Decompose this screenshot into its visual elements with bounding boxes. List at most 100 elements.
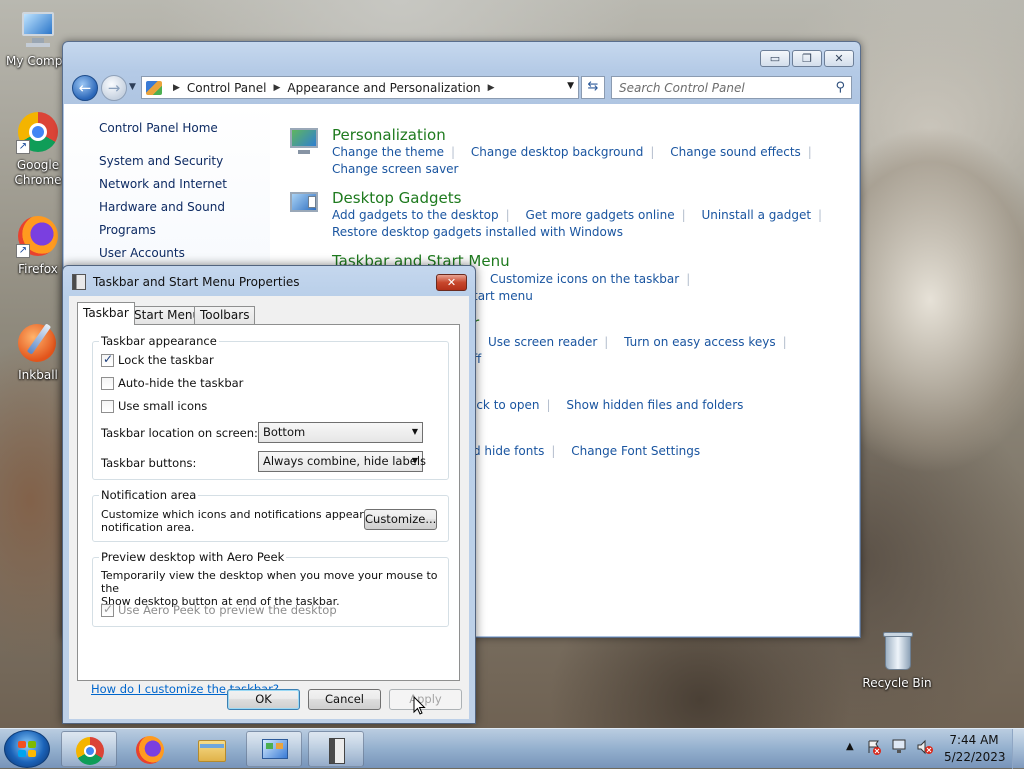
breadcrumb-appearance[interactable]: Appearance and Personalization [287,81,480,95]
address-dropdown-icon[interactable]: ▼ [567,81,574,91]
autohide-taskbar-checkbox[interactable]: Auto-hide the taskbar [101,376,243,390]
search-icon[interactable]: ⚲ [835,80,845,95]
link-show-hidden-files[interactable]: Show hidden files and folders [566,398,743,412]
dialog-title: Taskbar and Start Menu Properties [93,275,300,289]
window-controls: ▭ ❐ ✕ [760,50,854,67]
mouse-cursor-icon [413,696,426,715]
cancel-button[interactable]: Cancel [308,689,381,710]
desktop-icon-recycle-bin[interactable]: Recycle Bin [858,630,936,691]
tab-toolbars[interactable]: Toolbars [194,306,256,325]
refresh-button[interactable]: ⇆ [581,76,605,99]
personalization-icon [288,126,320,156]
show-desktop-button[interactable] [1012,729,1024,769]
network-icon[interactable] [891,739,909,758]
sidebar-item-user-accounts[interactable]: User Accounts [99,246,185,260]
tab-taskbar[interactable]: Taskbar [77,302,135,325]
category-title[interactable]: Personalization [332,126,824,144]
group-title: Preview desktop with Aero Peek [99,550,287,564]
buttons-select[interactable]: Always combine, hide labels [258,451,426,472]
checkbox-label: Use small icons [118,399,208,413]
breadcrumb-arrow-icon[interactable]: ▶ [274,83,281,93]
clock-date: 5/22/2023 [944,750,1006,764]
ok-button[interactable]: OK [227,689,300,710]
sidebar-item-home[interactable]: Control Panel Home [99,121,218,135]
desktop-icon-label: Recycle Bin [862,676,932,690]
sidebar-item-system-security[interactable]: System and Security [99,154,223,168]
maximize-button[interactable]: ❐ [792,50,822,67]
link-change-sound-effects[interactable]: Change sound effects [670,145,801,159]
search-input[interactable]: Search Control Panel ⚲ [611,76,852,99]
taskbar-button-control-panel[interactable] [246,731,302,767]
location-label: Taskbar location on screen: [101,426,258,440]
taskbar-tab-panel: Taskbar appearance Lock the taskbar Auto… [77,324,460,696]
sidebar-item-hardware[interactable]: Hardware and Sound [99,200,225,214]
taskbar-button-taskbar-properties[interactable] [308,731,364,767]
gadgets-icon [288,190,320,220]
checkbox-label: Lock the taskbar [118,353,214,367]
forward-button[interactable]: → [101,75,127,101]
start-button[interactable] [4,730,50,768]
link-uninstall-gadget[interactable]: Uninstall a gadget [701,208,811,222]
category-links: ick to open | Show hidden files and folde… [473,398,744,412]
link-hide-fonts[interactable]: d hide fonts [473,444,544,458]
aero-peek-checkbox[interactable]: Use Aero Peek to preview the desktop [101,602,337,617]
back-button[interactable]: ← [72,75,98,101]
inkball-icon [16,322,60,366]
address-bar[interactable]: ▶ Control Panel ▶ Appearance and Persona… [141,76,579,99]
taskbar: ▲ 7:44 AM 5/22/2023 [0,728,1024,769]
checkbox-box[interactable] [101,352,114,367]
recent-pages-dropdown[interactable]: ▼ [129,82,136,92]
link-screen-reader[interactable]: Use screen reader [488,335,597,349]
small-icons-checkbox[interactable]: Use small icons [101,399,207,413]
clock[interactable]: 7:44 AM 5/22/2023 [944,732,1006,766]
checkbox-box[interactable] [101,602,114,617]
control-panel-icon [146,80,162,95]
link-easy-access-keys[interactable]: Turn on easy access keys [624,335,775,349]
category-links: Use screen reader | Turn on easy access k… [488,335,787,349]
close-button[interactable]: ✕ [824,50,854,67]
breadcrumb-arrow-icon[interactable]: ▶ [488,83,495,93]
link-customize-taskbar-icons[interactable]: Customize icons on the taskbar [490,272,679,286]
show-hidden-icons-button[interactable]: ▲ [846,741,854,752]
taskbar-button-chrome[interactable] [61,731,117,767]
group-taskbar-appearance: Taskbar appearance Lock the taskbar Auto… [92,334,449,480]
taskbar-button-firefox[interactable] [122,731,178,767]
location-select[interactable]: Bottom [258,422,423,443]
recycle-bin-icon [875,630,919,674]
category-links: Change the theme | Change desktop backgro… [332,145,812,176]
link-add-gadgets[interactable]: Add gadgets to the desktop [332,208,499,222]
clock-time: 7:44 AM [949,733,999,747]
buttons-label: Taskbar buttons: [101,456,197,470]
checkbox-label: Auto-hide the taskbar [118,376,244,390]
link-restore-gadgets[interactable]: Restore desktop gadgets installed with W… [332,225,623,239]
checkbox-box[interactable] [101,399,114,413]
volume-muted-icon[interactable] [916,739,934,758]
link-change-background[interactable]: Change desktop background [471,145,643,159]
checkbox-box[interactable] [101,376,114,390]
customize-button[interactable]: Customize... [364,509,437,530]
dialog-close-button[interactable]: ✕ [436,274,467,291]
action-center-icon[interactable] [866,739,882,758]
sidebar-item-network[interactable]: Network and Internet [99,177,227,191]
chrome-icon: ↗ [16,112,60,156]
link-change-font-settings[interactable]: Change Font Settings [571,444,700,458]
breadcrumb-control-panel[interactable]: Control Panel [187,81,267,95]
category-links: tart menu [473,288,540,305]
link-get-more-gadgets[interactable]: Get more gadgets online [526,208,675,222]
link-start-menu[interactable]: tart menu [473,289,533,303]
group-title: Notification area [99,488,199,502]
category-desktop-gadgets: Desktop Gadgets Add gadgets to the deskt… [332,189,834,241]
breadcrumb-arrow-icon[interactable]: ▶ [173,83,180,93]
taskbar-button-explorer[interactable] [184,731,240,767]
dialog-face: Taskbar Start Menu Toolbars Taskbar appe… [69,296,469,719]
link-change-theme[interactable]: Change the theme [332,145,444,159]
sidebar-item-programs[interactable]: Programs [99,223,156,237]
category-personalization: Personalization Change the theme | Change… [332,126,824,178]
link-change-screen-saver[interactable]: Change screen saver [332,162,459,176]
minimize-button[interactable]: ▭ [760,50,790,67]
taskbar-properties-icon [323,737,351,765]
control-panel-icon [261,737,289,765]
lock-taskbar-checkbox[interactable]: Lock the taskbar [101,352,214,367]
link-click-to-open[interactable]: ick to open [473,398,540,412]
category-title[interactable]: Desktop Gadgets [332,189,834,207]
